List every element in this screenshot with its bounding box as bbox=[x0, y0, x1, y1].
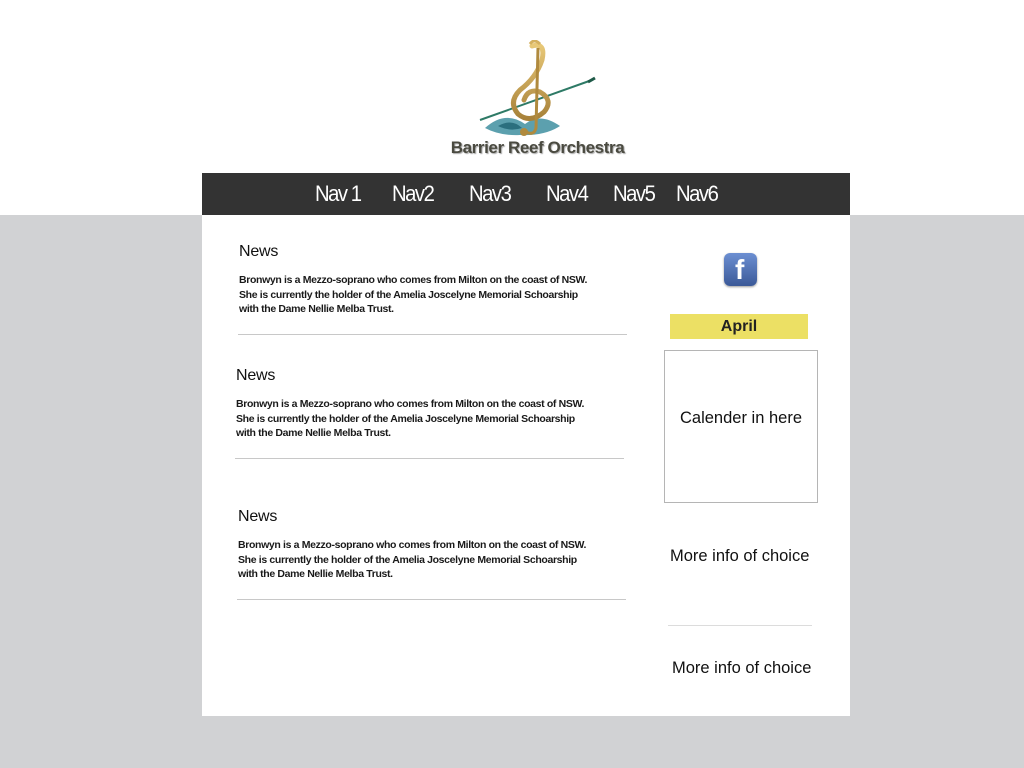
divider bbox=[237, 599, 626, 600]
divider bbox=[238, 334, 627, 335]
orchestra-logo[interactable]: Barrier Reef Orchestra bbox=[450, 40, 625, 165]
nav-item-4[interactable]: Nav4 bbox=[546, 181, 589, 207]
news-title[interactable]: News bbox=[236, 367, 275, 385]
main-navigation: Nav 1 Nav2 Nav3 Nav4 Nav5 Nav6 bbox=[202, 173, 850, 215]
more-info-link-1[interactable]: More info of choice bbox=[670, 547, 809, 566]
nav-item-2[interactable]: Nav2 bbox=[392, 181, 435, 207]
news-body: Bronwyn is a Mezzo-soprano who comes fro… bbox=[238, 539, 587, 580]
nav-item-3[interactable]: Nav3 bbox=[469, 181, 512, 207]
logo-text: Barrier Reef Orchestra bbox=[450, 138, 625, 157]
calendar-placeholder-text: Calender in here bbox=[680, 409, 802, 427]
more-info-link-2[interactable]: More info of choice bbox=[672, 659, 811, 678]
divider bbox=[235, 458, 624, 459]
news-title[interactable]: News bbox=[239, 243, 278, 261]
facebook-letter: f bbox=[735, 254, 745, 285]
nav-item-5[interactable]: Nav5 bbox=[613, 181, 656, 207]
treble-clef-seahorse-icon bbox=[479, 40, 596, 136]
nav-item-6[interactable]: Nav6 bbox=[676, 181, 719, 207]
news-title[interactable]: News bbox=[238, 508, 277, 526]
facebook-icon[interactable]: f bbox=[724, 253, 757, 286]
calendar-month-label: April bbox=[670, 314, 808, 339]
nav-item-1[interactable]: Nav 1 bbox=[315, 181, 362, 207]
news-body: Bronwyn is a Mezzo-soprano who comes fro… bbox=[239, 274, 588, 315]
calendar-placeholder[interactable]: Calender in here bbox=[664, 350, 818, 503]
news-body: Bronwyn is a Mezzo-soprano who comes fro… bbox=[236, 398, 585, 439]
divider bbox=[668, 625, 812, 626]
